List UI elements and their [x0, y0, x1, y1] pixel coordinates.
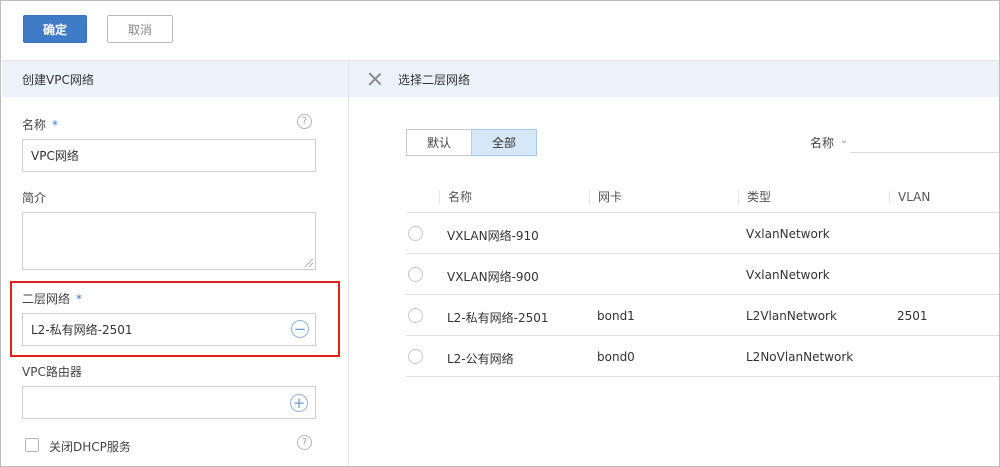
- cell-type: L2NoVlanNetwork: [746, 350, 854, 364]
- row-radio[interactable]: [408, 226, 423, 241]
- table-row[interactable]: L2-公有网络 bond0 L2NoVlanNetwork: [406, 336, 999, 377]
- row-radio[interactable]: [408, 267, 423, 282]
- window-frame: 确定 取消 创建VPC网络 名称 * ? VPC网络 简介 二层网络 * L2-私有…: [0, 0, 1000, 467]
- cell-type: L2VlanNetwork: [746, 309, 837, 323]
- add-circle-icon[interactable]: +: [290, 394, 308, 412]
- panel-title: 创建VPC网络: [2, 61, 348, 97]
- name-input[interactable]: VPC网络: [22, 139, 316, 172]
- row-radio[interactable]: [408, 308, 423, 323]
- cell-name: VXLAN网络-900: [447, 270, 539, 284]
- help-icon[interactable]: ?: [297, 435, 312, 450]
- segment-all[interactable]: 全部: [472, 129, 537, 156]
- l2-network-input[interactable]: L2-私有网络-2501: [22, 313, 316, 346]
- vpc-router-label: VPC路由器: [22, 365, 82, 379]
- remove-circle-icon[interactable]: −: [291, 320, 309, 338]
- cell-type: VxlanNetwork: [746, 227, 830, 241]
- create-vpc-panel: 创建VPC网络 名称 * ? VPC网络 简介 二层网络 * L2-私有网络-250…: [2, 61, 349, 466]
- table-row[interactable]: VXLAN网络-900 VxlanNetwork: [406, 254, 999, 295]
- vpc-router-input[interactable]: [22, 386, 316, 419]
- action-bar: 确定 取消: [2, 2, 999, 61]
- filter-segmented-control: 默认 全部: [406, 129, 537, 156]
- search-field-select[interactable]: 名称: [810, 134, 834, 151]
- cell-nic: bond0: [597, 350, 635, 364]
- column-header-vlan: VLAN: [889, 190, 930, 204]
- select-l2-panel: 选择二层网络 默认 全部 名称 ⌄ 名称 网卡 类型 VLAN VXLAN网络-…: [349, 61, 999, 466]
- panel-title: 选择二层网络: [398, 72, 471, 87]
- chevron-down-icon[interactable]: ⌄: [840, 135, 848, 146]
- dhcp-label: 关闭DHCP服务: [49, 440, 131, 454]
- desc-textarea[interactable]: [22, 212, 316, 270]
- required-mark: *: [52, 118, 59, 132]
- l2-network-table: 名称 网卡 类型 VLAN VXLAN网络-910 VxlanNetwork V…: [406, 181, 999, 377]
- panel-header: 选择二层网络: [349, 61, 999, 97]
- cell-nic: bond1: [597, 309, 635, 323]
- cell-vlan: 2501: [897, 309, 928, 323]
- resize-handle-icon[interactable]: [305, 259, 313, 267]
- table-row[interactable]: VXLAN网络-910 VxlanNetwork: [406, 213, 999, 254]
- required-mark: *: [76, 292, 83, 306]
- l2-network-label: 二层网络 *: [22, 290, 82, 307]
- cell-name: L2-公有网络: [447, 352, 514, 366]
- search-input[interactable]: [850, 152, 999, 153]
- cell-type: VxlanNetwork: [746, 268, 830, 282]
- row-radio[interactable]: [408, 349, 423, 364]
- l2-label-text: 二层网络: [22, 292, 71, 306]
- close-icon[interactable]: [369, 73, 381, 85]
- dhcp-checkbox[interactable]: [25, 438, 39, 452]
- confirm-button[interactable]: 确定: [23, 15, 87, 43]
- table-header: 名称 网卡 类型 VLAN: [406, 181, 999, 213]
- name-label-text: 名称: [22, 118, 47, 132]
- column-header-nic: 网卡: [589, 190, 622, 204]
- column-header-name: 名称: [439, 190, 472, 204]
- cell-name: L2-私有网络-2501: [447, 311, 549, 325]
- cell-name: VXLAN网络-910: [447, 229, 539, 243]
- column-header-type: 类型: [738, 190, 771, 204]
- name-label: 名称 *: [22, 116, 58, 133]
- segment-default[interactable]: 默认: [406, 129, 472, 156]
- help-icon[interactable]: ?: [297, 114, 312, 129]
- table-row[interactable]: L2-私有网络-2501 bond1 L2VlanNetwork 2501: [406, 295, 999, 336]
- cancel-button[interactable]: 取消: [107, 15, 173, 43]
- desc-label: 简介: [22, 191, 47, 205]
